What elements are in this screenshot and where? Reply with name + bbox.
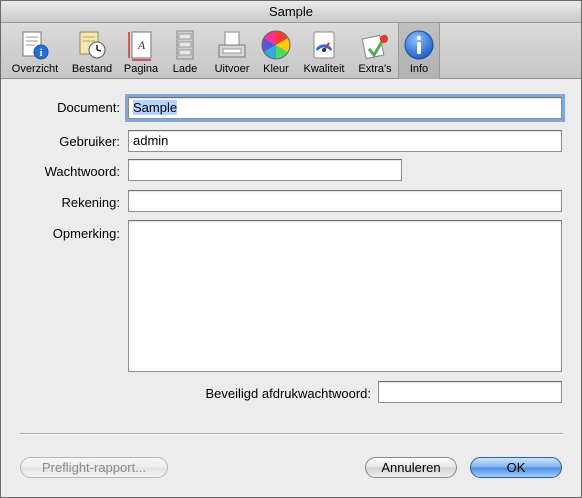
- window-title: Sample: [1, 1, 581, 23]
- page-icon: A: [128, 31, 152, 61]
- tab-info[interactable]: Info: [398, 23, 440, 79]
- remark-label: Opmerking:: [52, 226, 120, 241]
- svg-text:i: i: [40, 48, 43, 59]
- secure-print-label: Beveiligd afdrukwachtwoord:: [205, 386, 371, 401]
- ok-button[interactable]: OK: [470, 457, 562, 478]
- divider: [20, 433, 563, 435]
- remark-textarea[interactable]: [128, 220, 562, 372]
- tab-label: Info: [409, 63, 429, 75]
- output-icon: [218, 31, 246, 58]
- secure-print-password-field[interactable]: [378, 381, 562, 403]
- user-field[interactable]: admin: [128, 130, 562, 152]
- quality-gauge-icon: [313, 31, 335, 59]
- summary-icon: i: [22, 31, 49, 60]
- tab-overzicht[interactable]: i Overzicht: [5, 23, 65, 79]
- document-label: Document:: [57, 100, 120, 115]
- password-field[interactable]: [128, 159, 402, 181]
- preflight-report-button[interactable]: Preflight-rapport...: [20, 457, 168, 478]
- info-pane: Document: Sample Gebruiker: admin Wachtw…: [1, 80, 581, 497]
- toolbar: i Overzicht Bestand A Pagina Lade Uitvoe…: [1, 23, 581, 79]
- account-label: Rekening:: [61, 195, 120, 210]
- user-label: Gebruiker:: [59, 134, 120, 149]
- svg-text:A: A: [137, 38, 146, 52]
- extras-icon: [361, 34, 388, 60]
- cancel-button[interactable]: Annuleren: [365, 457, 457, 478]
- color-wheel-icon: [261, 30, 291, 60]
- document-field[interactable]: Sample: [125, 94, 565, 122]
- password-label: Wachtwoord:: [44, 164, 120, 179]
- print-options-window: Sample i Overzicht Bestand A Pagina Lade…: [0, 0, 582, 498]
- file-clock-icon: [79, 31, 106, 59]
- account-field[interactable]: [128, 190, 562, 212]
- tray-icon: [176, 30, 194, 60]
- info-icon: [404, 30, 434, 60]
- document-value: Sample: [133, 100, 178, 115]
